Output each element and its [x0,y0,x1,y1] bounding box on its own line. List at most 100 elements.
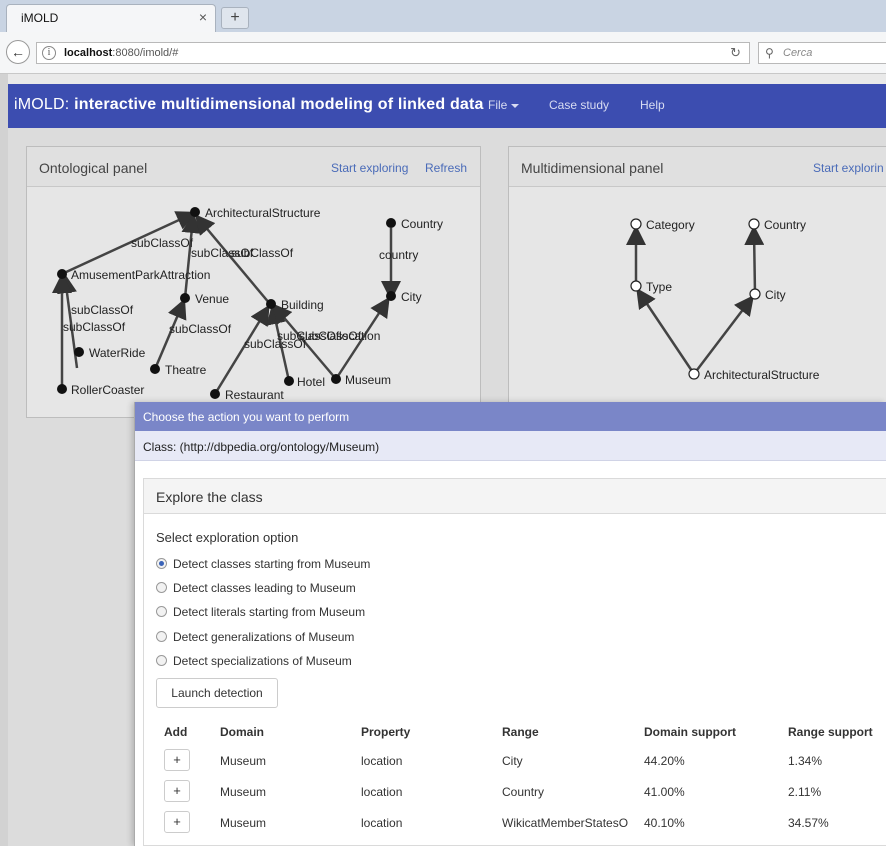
radio-selected[interactable] [156,558,167,569]
add-row-button[interactable]: + [164,749,190,771]
column-header-add: Add [164,725,188,739]
graph-node[interactable] [57,269,67,279]
graph-node[interactable] [386,218,396,228]
panel-header: Multidimensional panel Start explorin [509,147,886,187]
ontology-graph[interactable]: ArchitecturalStructure Country Amusement… [27,188,482,418]
graph-node[interactable] [386,291,396,301]
url-text: localhost:8080/imold/# [64,47,179,59]
cell-domain: Museum [220,785,267,799]
close-tab-icon[interactable]: × [199,9,207,25]
graph-node[interactable] [210,389,220,399]
option-label: Detect classes starting from Museum [173,557,371,571]
column-header-domain-support: Domain support [644,725,736,739]
radio-unselected[interactable] [156,606,167,617]
search-placeholder: Cerca [783,47,813,59]
browser-search-input[interactable]: ⚲ Cerca [758,42,886,64]
node-label: Venue [195,292,229,306]
class-info-bar: Class: (http://dbpedia.org/ontology/Muse… [135,431,886,461]
search-icon: ⚲ [765,46,774,60]
menu-case-study[interactable]: Case study [549,98,609,112]
graph-node[interactable] [180,293,190,303]
browser-tabstrip: iMOLD × + [0,0,886,32]
graph-node[interactable] [266,299,276,309]
graph-node[interactable] [57,384,67,394]
radio-unselected[interactable] [156,631,167,642]
option-label: Detect literals starting from Museum [173,605,366,619]
add-row-button[interactable]: + [164,811,190,833]
edge-label: subClassOf [231,246,294,260]
app-brand[interactable]: iMOLD: interactive multidimensional mode… [14,96,484,114]
graph-node[interactable] [331,374,341,384]
graph-node[interactable] [150,364,160,374]
window-edge [0,74,8,846]
graph-node[interactable] [748,218,760,230]
node-label: Category [646,218,695,232]
back-arrow-icon[interactable]: ← [6,40,30,64]
start-exploring-link[interactable]: Start exploring [331,161,408,175]
new-tab-button[interactable]: + [221,7,249,29]
cell-range: City [502,754,523,768]
start-exploring-link[interactable]: Start explorin [813,161,884,175]
exploration-option-label: Select exploration option [156,530,299,545]
node-label: City [765,288,786,302]
node-label: ArchitecturalStructure [205,206,321,220]
app-navbar: iMOLD: interactive multidimensional mode… [8,84,886,128]
edge-label: subClassOf [131,236,194,250]
radio-unselected[interactable] [156,582,167,593]
node-label: WaterRide [89,346,146,360]
cell-property: location [361,816,403,830]
graph-node[interactable] [284,376,294,386]
column-header-range-support: Range support [788,725,873,739]
panel-header: Ontological panel Start exploring Refres… [27,147,480,187]
radio-unselected[interactable] [156,655,167,666]
info-icon[interactable]: i [42,46,56,60]
edge-label: location [339,329,380,343]
option-label: Detect classes leading to Museum [173,581,356,595]
edge-line [693,295,755,375]
cell-domain: Museum [220,754,267,768]
graph-node[interactable] [74,347,84,357]
tab-title: iMOLD [21,11,59,25]
graph-node[interactable] [749,288,761,300]
browser-tab[interactable]: iMOLD × [6,4,216,32]
address-bar[interactable]: i localhost:8080/imold/# ↻ [36,42,750,64]
cell-range-support: 1.34% [788,754,823,768]
graph-node[interactable] [190,207,200,217]
add-row-button[interactable]: + [164,780,190,802]
node-label: City [401,290,422,304]
graph-node[interactable] [688,368,700,380]
multidimensional-panel: Multidimensional panel Start explorin Ca… [508,146,886,404]
modal-header: Choose the action you want to perform [135,402,886,431]
edge-label: subClassOf [71,303,134,317]
cell-range: Country [502,785,545,799]
option-label: Detect specializations of Museum [173,654,352,668]
launch-detection-button[interactable]: Launch detection [156,678,278,708]
menu-file[interactable]: File [488,98,520,112]
reload-icon[interactable]: ↻ [730,45,741,61]
refresh-link[interactable]: Refresh [425,161,467,175]
node-label: AmusementParkAttraction [71,268,210,282]
panel-title: Ontological panel [39,160,148,176]
node-label: Museum [345,373,391,387]
node-label: RollerCoaster [71,383,144,397]
node-label: Building [281,298,324,312]
cell-range-support: 34.57% [788,816,829,830]
graph-node[interactable] [630,218,642,230]
option-label: Detect generalizations of Museum [173,630,355,644]
cell-domain: Museum [220,816,267,830]
edge-label: country [379,248,418,262]
graph-node[interactable] [630,280,642,292]
edge-line [636,287,696,375]
node-label: ArchitecturalStructure [704,368,820,382]
menu-help[interactable]: Help [640,98,665,112]
cell-property: location [361,785,403,799]
node-label: Country [401,217,443,231]
cell-domain-support: 41.00% [644,785,685,799]
class-label: Class: (http://dbpedia.org/ontology/Muse… [143,440,380,454]
edge-line [153,298,187,370]
cell-domain-support: 44.20% [644,754,685,768]
column-header-range: Range [502,725,539,739]
multidimensional-graph[interactable]: Category Country Type City Architectural… [509,188,886,404]
node-label: Country [764,218,806,232]
node-label: Type [646,280,672,294]
